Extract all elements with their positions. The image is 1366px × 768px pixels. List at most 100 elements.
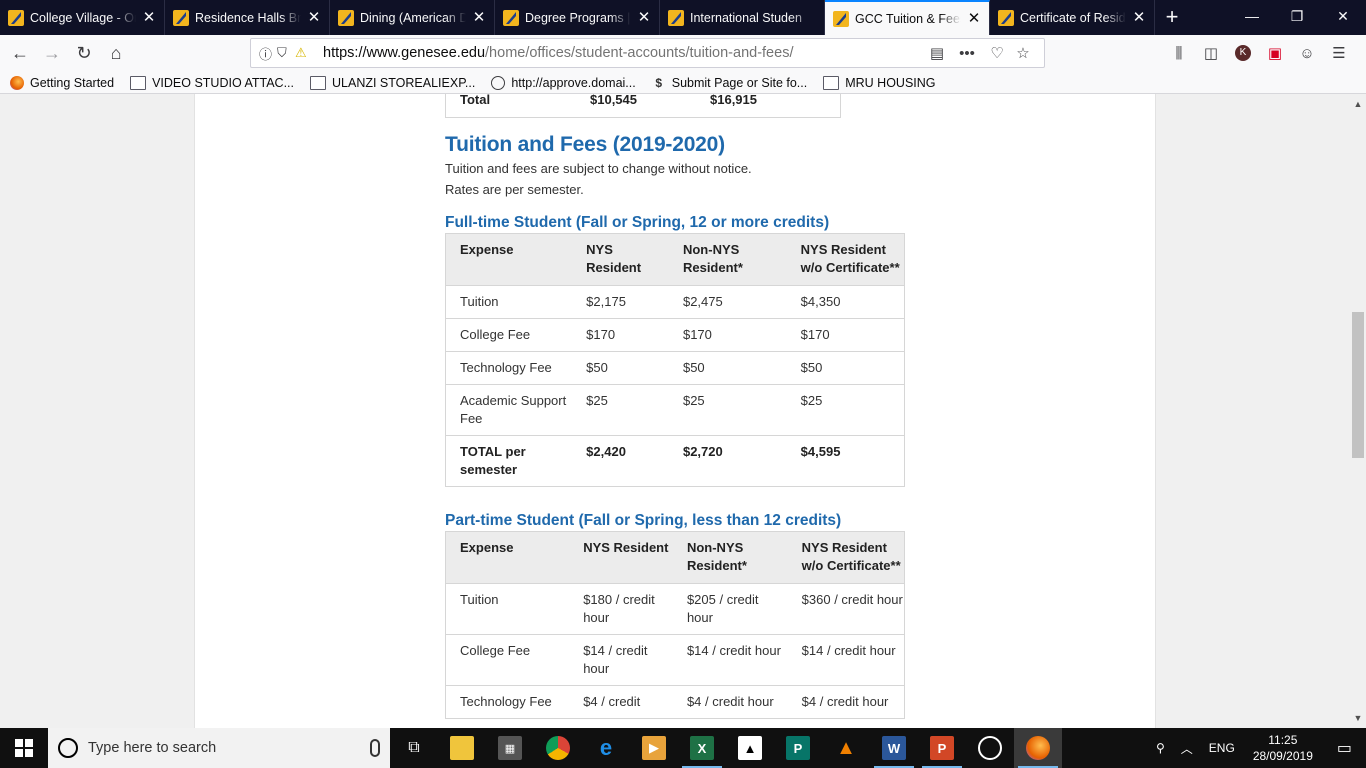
video-editor-icon[interactable]: ▶: [630, 728, 678, 768]
menu-icon[interactable]: ☰: [1323, 37, 1355, 69]
vlc-icon[interactable]: ▲: [822, 728, 870, 768]
close-icon[interactable]: ✕: [307, 10, 321, 25]
excel-icon[interactable]: X: [678, 728, 726, 768]
bookmark-label: VIDEO STUDIO ATTAC...: [152, 75, 294, 90]
table-cell: College Fee: [445, 318, 573, 352]
folder-icon: [823, 75, 840, 90]
alarms-icon[interactable]: [966, 728, 1014, 768]
lock-warning-icon[interactable]: ⚠: [295, 45, 313, 61]
bookmark-star-icon[interactable]: ☆: [1010, 44, 1036, 62]
gcc-favicon-icon: [173, 9, 189, 26]
close-icon[interactable]: ✕: [637, 10, 651, 25]
task-view-icon[interactable]: ⧉: [390, 728, 438, 768]
tab-dining[interactable]: Dining (American D ✕: [330, 0, 495, 35]
powerpoint-icon[interactable]: P: [918, 728, 966, 768]
close-icon[interactable]: ✕: [967, 11, 981, 26]
tab-residence-halls[interactable]: Residence Halls Bre ✕: [165, 0, 330, 35]
sidebar-icon[interactable]: ◫: [1195, 37, 1227, 69]
profile-avatar[interactable]: K: [1227, 37, 1259, 69]
close-icon[interactable]: ✕: [472, 10, 486, 25]
scroll-down-icon[interactable]: ▼: [1350, 710, 1366, 726]
close-icon[interactable]: ✕: [1132, 10, 1146, 25]
extension-icon[interactable]: ▣: [1259, 37, 1291, 69]
clock[interactable]: 11:25 28/09/2019: [1243, 732, 1323, 764]
publisher-icon[interactable]: P: [774, 728, 822, 768]
account-icon[interactable]: ☺: [1291, 37, 1323, 69]
taskbar-search[interactable]: Type here to search: [48, 728, 390, 768]
show-hidden-icons-icon[interactable]: ︿: [1173, 740, 1201, 757]
tab-international-students[interactable]: International Studen: [660, 0, 825, 35]
tab-title: Dining (American D: [360, 10, 466, 25]
column-header: Non-NYS Resident*: [672, 531, 788, 584]
table-cell: $50: [786, 351, 905, 385]
table-cell: $14 / credit hour: [672, 634, 788, 686]
prev-total-label: Total: [460, 94, 491, 107]
column-header: NYS Resident: [569, 531, 673, 584]
column-header: Expense: [445, 233, 573, 286]
table-cell: College Fee: [445, 634, 570, 686]
notifications-icon[interactable]: ▭: [1323, 738, 1366, 758]
table-row: Technology Fee $50 $50 $50: [445, 351, 905, 385]
language-indicator[interactable]: ENG: [1201, 741, 1243, 755]
tracking-shield-icon[interactable]: ⛉: [277, 45, 295, 61]
column-header: Expense: [445, 531, 570, 584]
bookmark-getting-started[interactable]: Getting Started: [10, 75, 114, 90]
info-icon[interactable]: ⓘ: [259, 44, 277, 63]
reader-view-icon[interactable]: ▤: [924, 44, 950, 62]
search-placeholder: Type here to search: [88, 740, 217, 756]
table-row: College Fee $14 / credit hour $14 / cred…: [445, 634, 905, 686]
bookmark-mru-housing[interactable]: MRU HOUSING: [823, 75, 936, 90]
tab-degree-programs[interactable]: Degree Programs | S ✕: [495, 0, 660, 35]
fulltime-heading: Full-time Student (Fall or Spring, 12 or…: [445, 214, 830, 231]
new-tab-button[interactable]: +: [1155, 0, 1189, 35]
tab-college-village[interactable]: College Village - On ✕: [0, 0, 165, 35]
close-window-button[interactable]: ✕: [1320, 0, 1366, 35]
firefox-taskbar-icon[interactable]: [1014, 728, 1062, 768]
table-row: College Fee $170 $170 $170: [445, 318, 905, 352]
bookmark-approve-domain[interactable]: http://approve.domai...: [491, 75, 636, 90]
clock-date: 28/09/2019: [1252, 749, 1313, 763]
gcc-favicon-icon: [8, 9, 24, 26]
page-actions-icon[interactable]: •••: [950, 45, 984, 62]
reload-button[interactable]: ↻: [68, 38, 100, 70]
bookmark-submit-page[interactable]: $ Submit Page or Site fo...: [652, 76, 807, 90]
people-icon[interactable]: ⚲: [1148, 741, 1173, 755]
table-cell: $50: [572, 351, 669, 385]
vertical-scrollbar[interactable]: ▲ ▼: [1350, 94, 1366, 728]
bookmarks-toolbar: Getting Started VIDEO STUDIO ATTAC... UL…: [0, 72, 1366, 94]
table-cell: $25: [668, 384, 787, 436]
fulltime-fees-table: Expense NYS Resident Non-NYS Resident* N…: [445, 233, 905, 487]
scroll-up-icon[interactable]: ▲: [1350, 96, 1366, 112]
previous-totals-row: Total $10,545 $16,915: [445, 94, 841, 118]
firefox-icon: [10, 75, 24, 90]
back-button[interactable]: ←: [4, 38, 36, 70]
table-cell: $2,720: [668, 435, 787, 487]
calculator-icon[interactable]: ▦: [486, 728, 534, 768]
microphone-icon[interactable]: [370, 739, 380, 757]
tab-tuition-fees[interactable]: GCC Tuition & Fees ✕: [825, 0, 990, 35]
close-icon[interactable]: ✕: [142, 10, 156, 25]
prev-total-non-nys: $16,915: [710, 94, 757, 107]
windows-taskbar: Type here to search ⧉ ▦ e ▶ X ▲ P ▲ W P …: [0, 728, 1366, 768]
bookmark-video-studio[interactable]: VIDEO STUDIO ATTAC...: [130, 75, 294, 90]
library-icon[interactable]: ⫼: [1163, 37, 1195, 69]
address-bar[interactable]: ⓘ ⛉ ⚠ https://www.genesee.edu/home/offic…: [250, 38, 1045, 68]
folder-icon: [130, 75, 147, 90]
bookmark-ulanzi[interactable]: ULANZI STOREALIEXP...: [310, 75, 475, 90]
minimize-button[interactable]: —: [1229, 0, 1275, 35]
chrome-icon[interactable]: [534, 728, 582, 768]
photos-icon[interactable]: ▲: [726, 728, 774, 768]
edge-icon[interactable]: e: [582, 728, 630, 768]
gcc-favicon-icon: [503, 9, 519, 26]
pocket-icon[interactable]: ♡: [984, 44, 1010, 62]
prev-total-nys: $10,545: [590, 94, 637, 107]
file-explorer-icon[interactable]: [438, 728, 486, 768]
start-button[interactable]: [0, 728, 48, 768]
word-icon[interactable]: W: [870, 728, 918, 768]
url-text[interactable]: https://www.genesee.edu/home/offices/stu…: [313, 45, 924, 61]
restore-button[interactable]: ❐: [1274, 0, 1320, 35]
scrollbar-thumb[interactable]: [1352, 312, 1364, 458]
tab-certificate-residence[interactable]: Certificate of Reside ✕: [990, 0, 1155, 35]
home-button[interactable]: ⌂: [100, 38, 132, 70]
forward-button[interactable]: →: [36, 38, 68, 70]
